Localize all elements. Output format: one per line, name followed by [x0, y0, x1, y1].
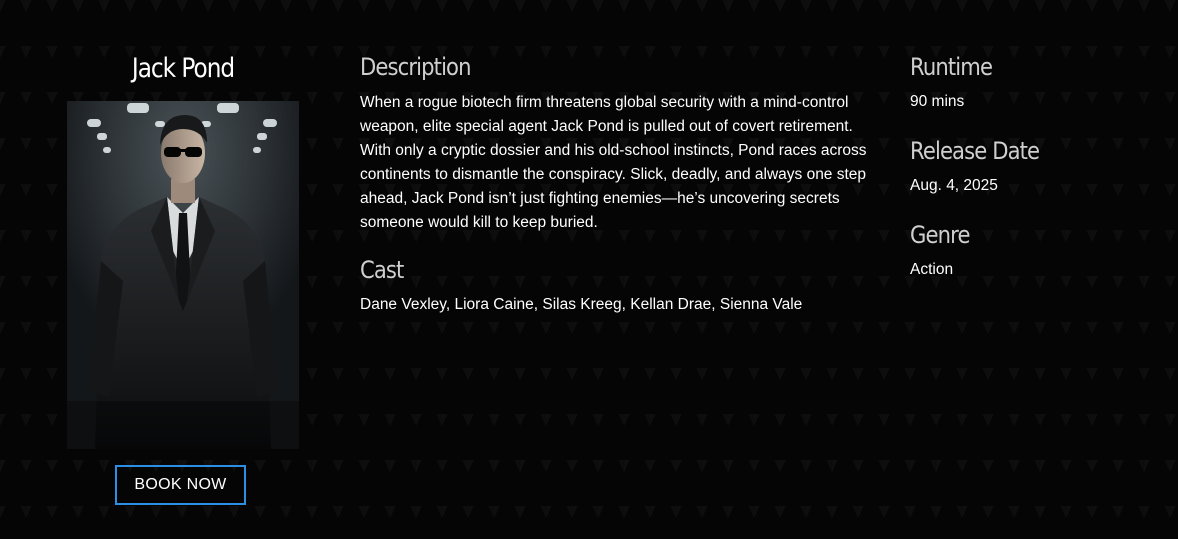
book-now-button[interactable]: BOOK NOW: [115, 465, 246, 505]
info-section: Runtime 90 mins Release Date Aug. 4, 202…: [910, 52, 1160, 282]
genre-heading: Genre: [910, 221, 970, 249]
release-date-block: Release Date Aug. 4, 2025: [910, 136, 1160, 198]
description-text: When a rogue biotech firm threatens glob…: [360, 94, 867, 231]
movie-poster: [67, 101, 299, 449]
cast-heading: Cast: [360, 256, 404, 284]
runtime-block: Runtime 90 mins: [910, 52, 1160, 114]
cast-text: Dane Vexley, Liora Caine, Silas Kreeg, K…: [360, 296, 803, 313]
movie-card: Jack Pond BOOK NOW: [67, 50, 299, 505]
release-date-value: Aug. 4, 2025: [910, 177, 998, 194]
genre-block: Genre Action: [910, 220, 1160, 282]
description-heading: Description: [360, 53, 471, 81]
runtime-heading: Runtime: [910, 53, 993, 81]
movie-title: Jack Pond: [131, 53, 235, 84]
release-date-heading: Release Date: [910, 137, 1040, 165]
details-section: Description When a rogue biotech firm th…: [360, 52, 888, 317]
runtime-value: 90 mins: [910, 93, 965, 110]
genre-value: Action: [910, 261, 954, 278]
